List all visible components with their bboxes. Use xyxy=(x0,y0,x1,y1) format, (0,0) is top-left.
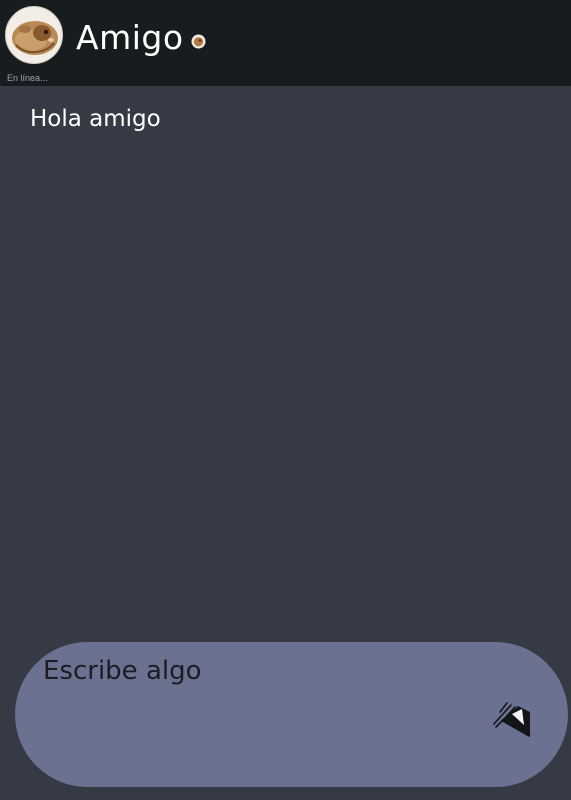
chat-header: Amigo En línea... xyxy=(0,0,571,86)
message-composer xyxy=(15,642,568,787)
message-input[interactable] xyxy=(43,647,483,695)
message-list: Hola amigo xyxy=(0,86,571,636)
contact-name: Amigo xyxy=(76,18,184,57)
message-item: Hola amigo xyxy=(30,106,161,132)
send-icon xyxy=(493,702,531,738)
hamster-avatar-icon xyxy=(12,21,58,55)
status-text: En línea... xyxy=(7,73,48,83)
contact-avatar[interactable] xyxy=(5,6,63,64)
online-status-icon xyxy=(191,34,206,49)
chat-app: Amigo En línea... Hola amigo xyxy=(0,0,571,800)
send-button[interactable] xyxy=(488,694,538,744)
